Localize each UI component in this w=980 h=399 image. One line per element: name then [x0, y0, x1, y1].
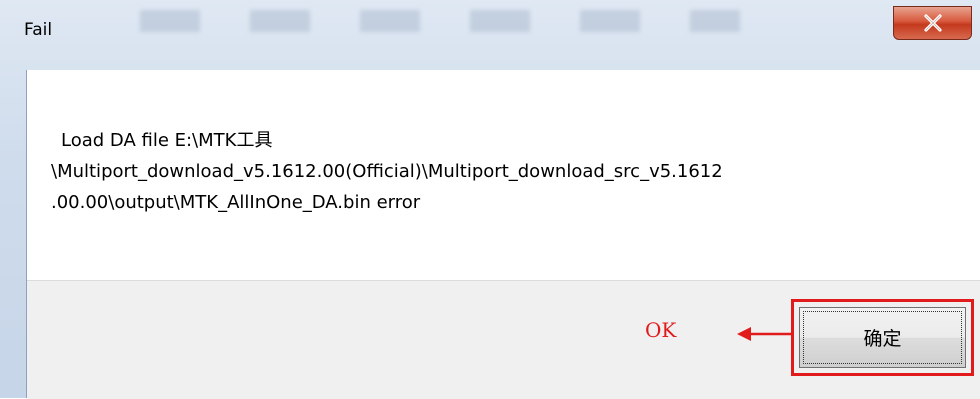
error-message: Load DA file E:\MTK工具 \Multiport_downloa…: [51, 125, 951, 218]
title-bar: Fail: [0, 0, 980, 70]
window-title: Fail: [24, 20, 53, 40]
arrow-left-icon: [737, 327, 793, 341]
close-icon: [923, 14, 942, 32]
message-area: Load DA file E:\MTK工具 \Multiport_downloa…: [27, 70, 980, 280]
close-button[interactable]: [893, 6, 972, 40]
message-line-1: Load DA file E:\MTK工具: [61, 130, 273, 151]
dialog-window: Fail Load DA file E:\MTK工具 \Multiport_do…: [0, 0, 980, 399]
message-line-2: \Multiport_download_v5.1612.00(Official)…: [51, 161, 723, 182]
message-line-3: .00.00\output\MTK_AllInOne_DA.bin error: [51, 192, 421, 213]
ok-annotation-label: OK: [645, 318, 677, 342]
confirm-button[interactable]: 确定: [799, 307, 966, 368]
focus-ring: [803, 311, 962, 364]
